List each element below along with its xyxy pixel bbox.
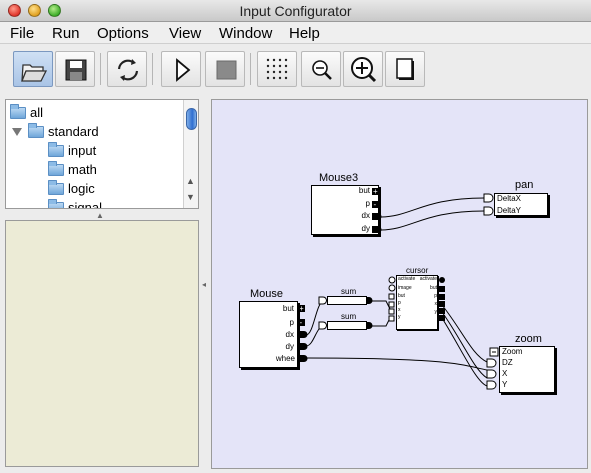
menu-options[interactable]: Options bbox=[97, 25, 149, 42]
node-sum[interactable] bbox=[327, 321, 367, 330]
port-label: x bbox=[434, 301, 438, 307]
properties-panel bbox=[5, 220, 199, 467]
refresh-icon bbox=[117, 59, 139, 81]
graph-canvas[interactable]: Mouse3 but p dx dy + - + - pan DeltaX De… bbox=[211, 99, 588, 469]
tree-scrollbar[interactable]: ▲ ▼ bbox=[183, 100, 198, 208]
toolbar-separator bbox=[250, 53, 251, 85]
port-label: DeltaY bbox=[497, 206, 522, 215]
open-button[interactable] bbox=[13, 51, 53, 87]
node-title: sum bbox=[341, 287, 357, 296]
zoom-in-button[interactable] bbox=[343, 51, 383, 87]
folder-icon bbox=[48, 161, 64, 176]
page-icon bbox=[396, 58, 414, 80]
port-label: Y bbox=[502, 380, 508, 389]
open-folder-icon bbox=[21, 64, 48, 82]
port-label: activate bbox=[398, 276, 416, 282]
port-label: but bbox=[398, 293, 405, 299]
toolbar bbox=[0, 45, 591, 95]
port-label: Zoom bbox=[502, 347, 523, 356]
svg-text:+: + bbox=[373, 187, 378, 196]
folder-icon bbox=[48, 199, 64, 208]
refresh-button[interactable] bbox=[107, 51, 147, 87]
node-title: sum bbox=[341, 312, 357, 321]
run-button[interactable] bbox=[161, 51, 201, 87]
play-icon bbox=[176, 58, 191, 82]
menu-window[interactable]: Window bbox=[219, 25, 272, 42]
split-handle-icon[interactable]: ▲ bbox=[96, 211, 104, 220]
port-label: but bbox=[430, 285, 437, 291]
port-label: activate bbox=[419, 276, 437, 282]
grid-icon bbox=[266, 58, 288, 80]
port-label: p bbox=[434, 293, 437, 299]
scroll-up-arrow-icon[interactable]: ▲ bbox=[186, 176, 195, 186]
menu-run[interactable]: Run bbox=[52, 25, 80, 42]
zoom-in-icon bbox=[351, 57, 377, 83]
split-handle-icon[interactable]: ◂ bbox=[202, 280, 206, 289]
page-button[interactable] bbox=[385, 51, 425, 87]
menu-view[interactable]: View bbox=[169, 25, 201, 42]
port-label: y bbox=[398, 314, 401, 320]
port-label: image bbox=[398, 285, 412, 291]
menu-bar: File Run Options View Window Help bbox=[0, 22, 591, 44]
port-label: x bbox=[398, 307, 401, 313]
scroll-down-arrow-icon[interactable]: ▼ bbox=[186, 192, 195, 202]
disclosure-triangle-icon[interactable] bbox=[12, 128, 22, 136]
folder-icon bbox=[28, 123, 44, 138]
save-button[interactable] bbox=[55, 51, 95, 87]
port-label: X bbox=[502, 369, 508, 378]
toolbar-separator bbox=[100, 53, 101, 85]
component-tree: all standard input math logic signal ▲ ▼ bbox=[5, 99, 199, 209]
port-label: whee bbox=[275, 354, 295, 363]
node-title: Mouse bbox=[250, 288, 284, 300]
menu-help[interactable]: Help bbox=[289, 25, 320, 42]
title-bar: Input Configurator bbox=[0, 0, 591, 22]
menu-file[interactable]: File bbox=[10, 25, 34, 42]
scrollbar-thumb[interactable] bbox=[186, 108, 197, 130]
port-label: DeltaX bbox=[497, 194, 522, 203]
port-label: y bbox=[434, 309, 438, 315]
grid-button[interactable] bbox=[257, 51, 297, 87]
folder-icon bbox=[48, 142, 64, 157]
zoom-out-icon bbox=[312, 60, 332, 80]
node-sum[interactable] bbox=[327, 296, 367, 305]
node-title: pan bbox=[515, 179, 534, 191]
port-label: DZ bbox=[502, 358, 513, 367]
folder-icon bbox=[48, 180, 64, 195]
window-title: Input Configurator bbox=[239, 3, 352, 19]
port-label: p bbox=[289, 318, 294, 327]
stop-button[interactable] bbox=[205, 51, 245, 87]
svg-text:-: - bbox=[374, 200, 377, 209]
port-label: dx bbox=[285, 330, 294, 339]
node-title: cursor bbox=[406, 266, 429, 275]
toolbar-separator bbox=[152, 53, 153, 85]
save-icon bbox=[65, 59, 87, 81]
stop-icon bbox=[216, 60, 237, 80]
svg-text:+: + bbox=[299, 304, 304, 313]
port-label: dy bbox=[285, 342, 294, 351]
folder-icon bbox=[10, 104, 26, 119]
zoom-out-button[interactable] bbox=[301, 51, 341, 87]
port-label: but bbox=[282, 304, 294, 313]
node-title: zoom bbox=[515, 333, 542, 345]
port-label: p bbox=[398, 300, 401, 306]
svg-text:-: - bbox=[300, 318, 303, 327]
